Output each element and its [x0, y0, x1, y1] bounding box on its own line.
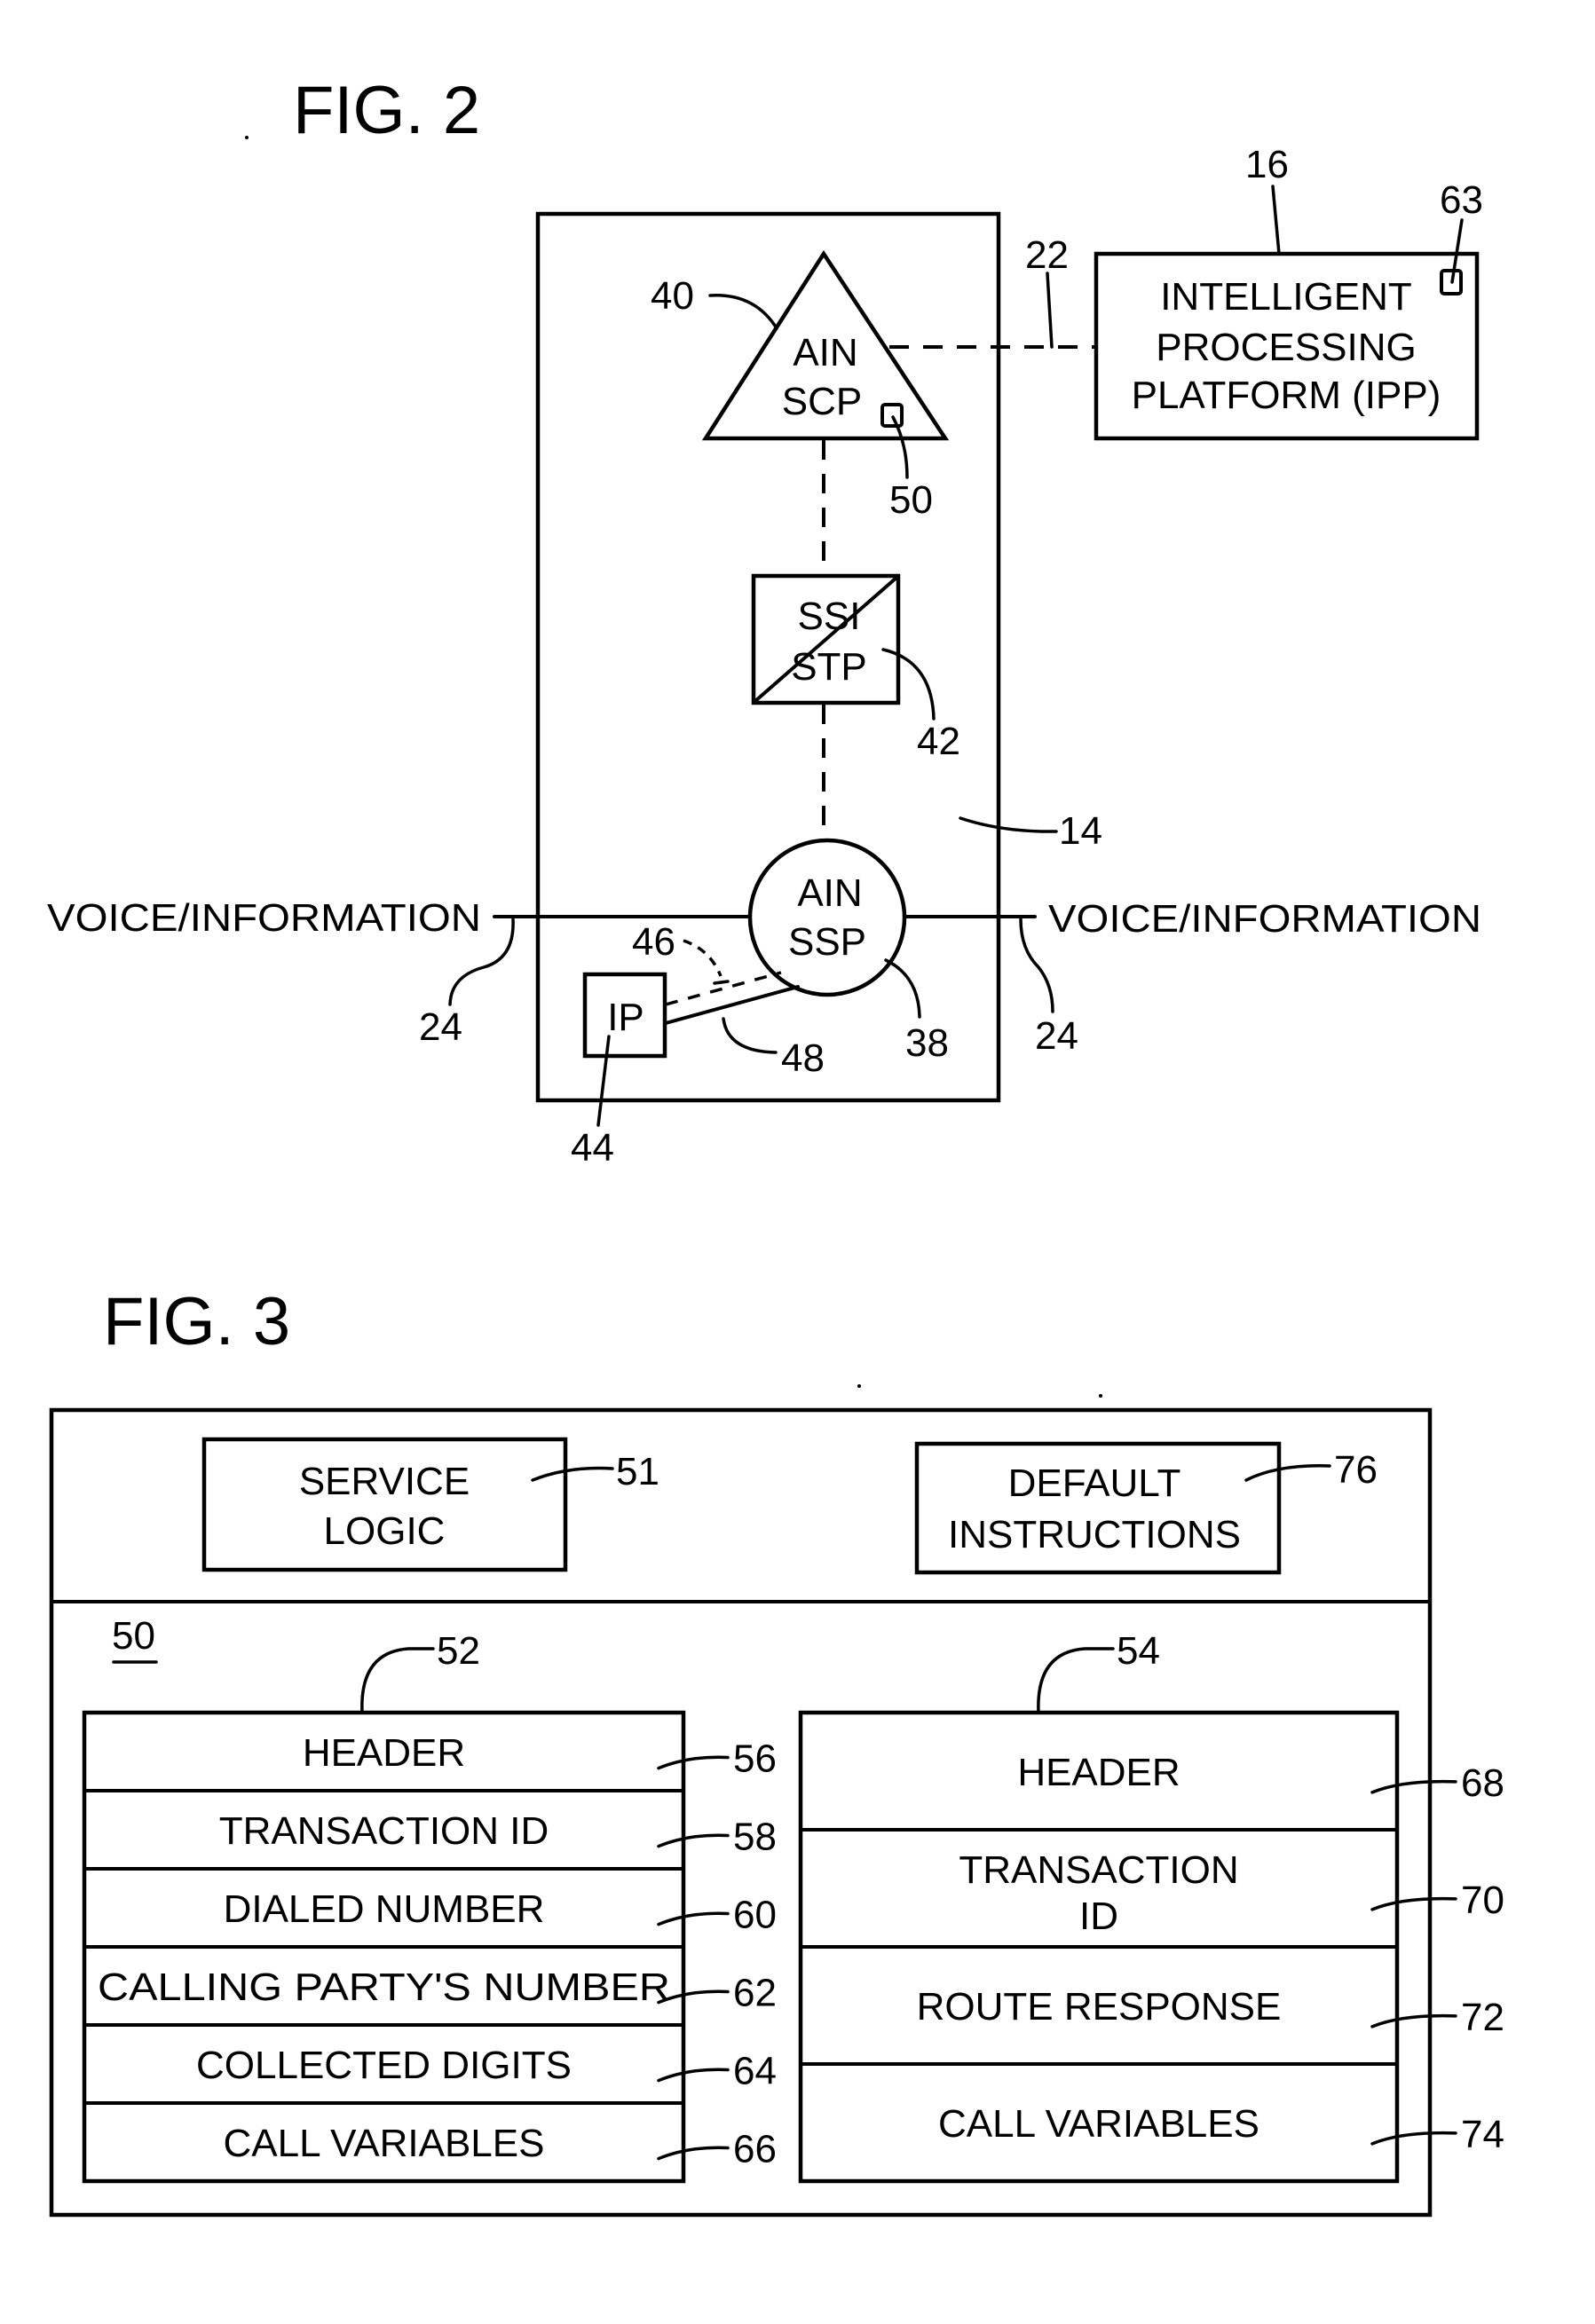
scp-line1: AIN: [793, 331, 857, 374]
fig3-title: FIG. 3: [103, 1284, 290, 1359]
fig2-title: FIG. 2: [293, 73, 480, 148]
response-message-row-label-line2: ID: [1079, 1895, 1118, 1938]
voice-link-leader: [722, 1017, 778, 1054]
database-ref: 50: [112, 1614, 155, 1658]
network-ref: 14: [1059, 809, 1102, 853]
query-message-row-label: DIALED NUMBER: [224, 1887, 545, 1931]
query-message-table: HEADER 56 TRANSACTION ID 58 DIALED NUMBER 60 C…: [82, 1710, 777, 2184]
ip-data-link: [665, 971, 782, 1006]
service-logic-line2: LOGIC: [324, 1509, 446, 1553]
ipp-link-ref: 22: [1025, 233, 1069, 277]
speck: [245, 136, 249, 139]
patent-drawing-sheet: FIG. 2 22 AIN SCP 50 40 INTELLIGENT PROC…: [47, 73, 1504, 2218]
ipp-line1: INTELLIGENT: [1160, 275, 1412, 319]
voice-label-left: VOICE/INFORMATION: [47, 896, 481, 940]
stp-line2: STP: [791, 645, 867, 689]
query-message-ref: 52: [437, 1629, 480, 1673]
response-message-row-ref: 74: [1461, 2113, 1504, 2156]
response-message-row-label: HEADER: [1017, 1751, 1180, 1794]
response-message-row-ref: 72: [1461, 1996, 1504, 2039]
data-link-tick: [713, 980, 730, 985]
fig3: FIG. 3 SERVICE LOGIC 51 DEFAULT INSTRUCT…: [49, 1284, 1504, 2218]
voice-label-right: VOICE/INFORMATION: [1048, 897, 1481, 941]
ipp-leader: [1271, 185, 1281, 256]
response-message-leader: [1037, 1647, 1115, 1714]
query-message-row-label: COLLECTED DIGITS: [196, 2044, 572, 2087]
stp-line1: SSI: [798, 595, 861, 638]
network-leader: [959, 816, 1058, 833]
ipp-line3: PLATFORM (IPP): [1132, 374, 1441, 417]
speck: [1099, 1394, 1102, 1398]
speck: [857, 1384, 861, 1388]
query-message-row-ref: 58: [733, 1816, 777, 1859]
fig2: FIG. 2 22 AIN SCP 50 40 INTELLIGENT PROC…: [47, 73, 1483, 1170]
ssp-ref: 38: [905, 1021, 949, 1065]
stp-ref: 42: [917, 720, 960, 763]
response-message-row-label: CALL VARIABLES: [938, 2102, 1259, 2146]
scp-ref: 40: [651, 274, 694, 318]
ip-voice-link: [664, 985, 800, 1025]
response-message-row-ref: 70: [1461, 1879, 1504, 1922]
ssp-circle: [747, 838, 907, 997]
default-instructions-ref: 76: [1334, 1448, 1378, 1492]
response-message-row-label: TRANSACTION: [959, 1848, 1238, 1892]
data-link-leader: [683, 939, 722, 977]
ssp-line2: SSP: [788, 920, 866, 964]
voice-left-ref: 24: [419, 1005, 462, 1049]
response-message-row-ref: 68: [1461, 1761, 1504, 1805]
response-message-ref: 54: [1117, 1629, 1160, 1673]
response-message-table: HEADER 68 TRANSACTIONID 70 ROUTE RESPONSE 72 C…: [798, 1710, 1504, 2184]
ip-label: IP: [607, 996, 644, 1039]
voice-link-ref: 48: [781, 1036, 825, 1080]
scp-leader: [708, 294, 778, 330]
query-message-row-ref: 66: [733, 2128, 777, 2171]
ipp-module-ref: 63: [1440, 178, 1483, 222]
ipp-ref: 16: [1245, 143, 1289, 186]
query-message-leader: [360, 1647, 435, 1714]
query-message-row-ref: 60: [733, 1894, 777, 1937]
query-message-row-ref: 56: [733, 1737, 777, 1781]
ipp-link-leader: [1046, 272, 1054, 349]
default-instructions-line1: DEFAULT: [1008, 1461, 1181, 1505]
query-message-row-ref: 64: [733, 2050, 777, 2093]
response-message-row-label: ROUTE RESPONSE: [917, 1985, 1282, 2029]
service-logic-ref: 51: [616, 1450, 659, 1493]
query-message-row-ref: 62: [733, 1972, 777, 2015]
scp-line2: SCP: [782, 380, 862, 423]
default-instructions-line2: INSTRUCTIONS: [948, 1513, 1241, 1556]
query-message-row-label: TRANSACTION ID: [219, 1809, 549, 1853]
query-message-row-label: CALL VARIABLES: [224, 2122, 545, 2165]
ipp-line2: PROCESSING: [1156, 326, 1416, 369]
data-link-ref: 46: [632, 920, 675, 964]
query-message-row-label: CALLING PARTY'S NUMBER: [98, 1966, 670, 2009]
ip-ref: 44: [571, 1126, 614, 1170]
ssp-line1: AIN: [797, 871, 862, 915]
query-message-row-label: HEADER: [303, 1731, 465, 1775]
ssp-leader: [884, 958, 921, 1019]
scp-db-ref: 50: [889, 478, 933, 522]
service-logic-line1: SERVICE: [299, 1460, 470, 1503]
voice-right-ref: 24: [1035, 1014, 1078, 1058]
